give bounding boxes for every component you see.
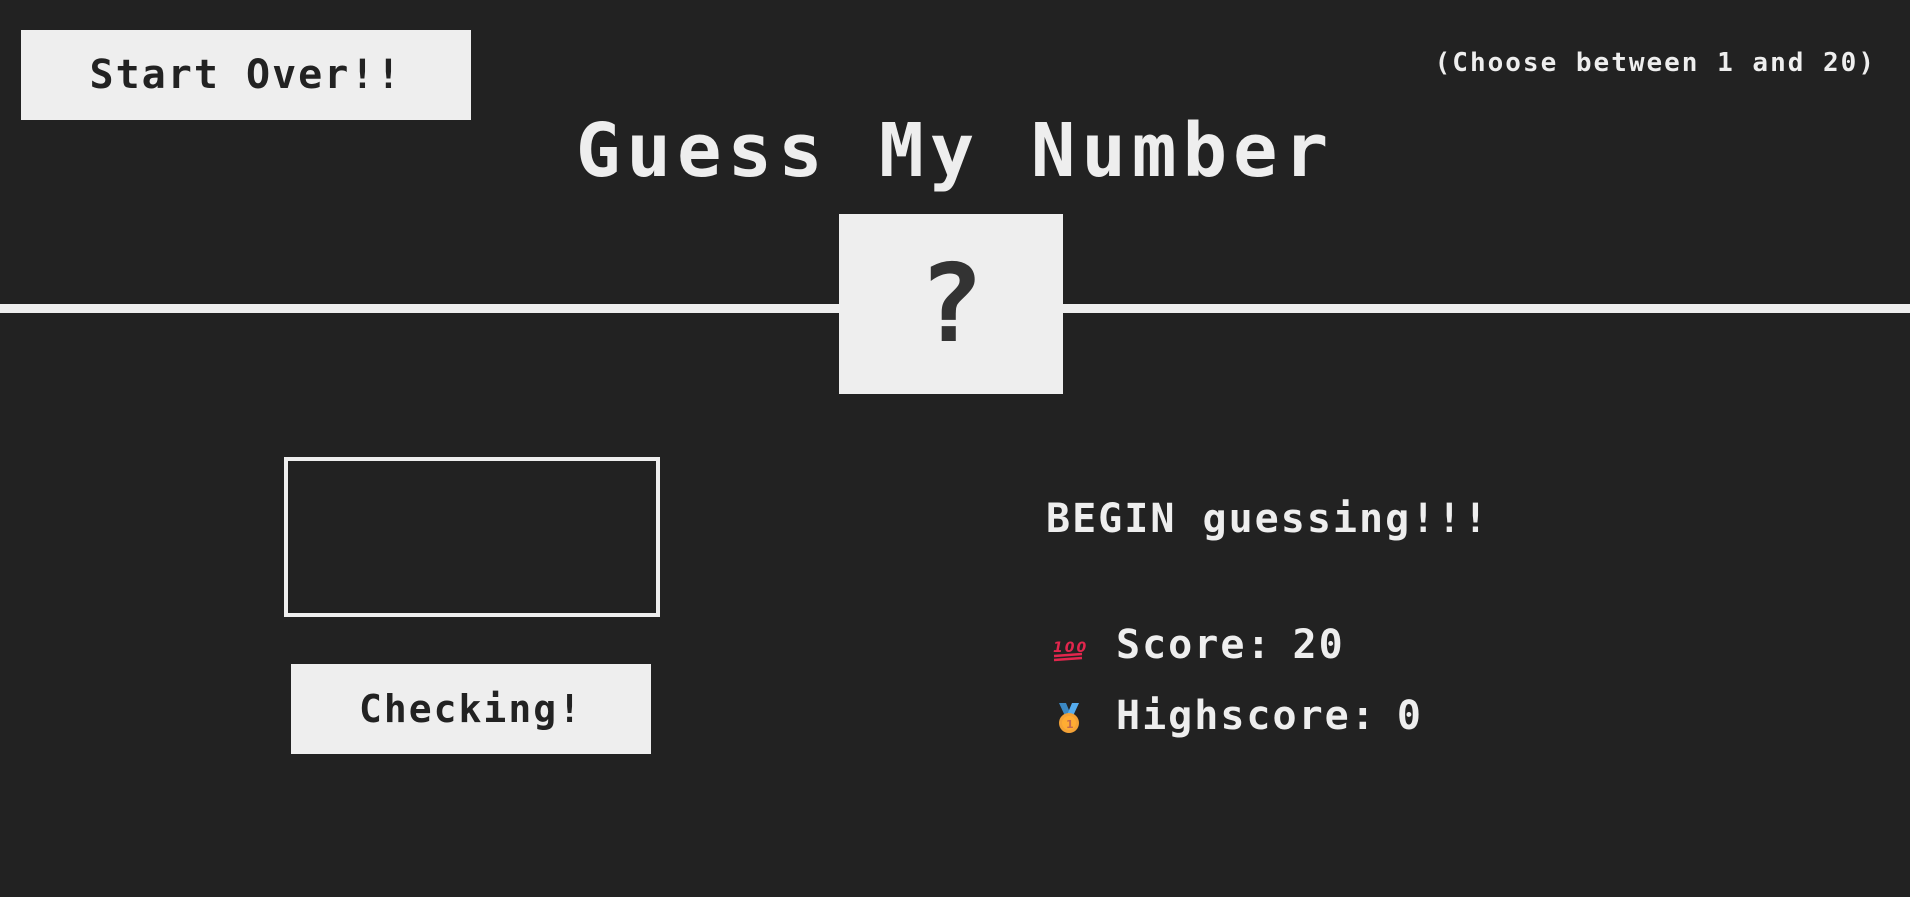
- highscore-label: Highscore:: [1116, 693, 1377, 739]
- guess-input[interactable]: [284, 457, 660, 617]
- score-label: Score:: [1116, 622, 1273, 668]
- status-message: BEGIN guessing!!!: [1046, 496, 1490, 542]
- secret-number-box: ?: [839, 214, 1063, 394]
- secret-number: ?: [918, 241, 984, 367]
- highscore-value: 0: [1396, 693, 1423, 739]
- again-button[interactable]: Start Over!!: [21, 30, 471, 120]
- score-row: 100 Score: 20: [1052, 622, 1345, 668]
- hundred-points-icon: 100: [1052, 628, 1086, 662]
- svg-text:1: 1: [1066, 718, 1076, 731]
- score-value: 20: [1292, 622, 1345, 668]
- page-title: Guess My Number: [575, 108, 1335, 194]
- first-place-medal-icon: 1: [1052, 699, 1086, 733]
- check-button[interactable]: Checking!: [291, 664, 651, 754]
- range-hint: (Choose between 1 and 20): [1434, 48, 1876, 78]
- highscore-row: 1 Highscore: 0: [1052, 693, 1423, 739]
